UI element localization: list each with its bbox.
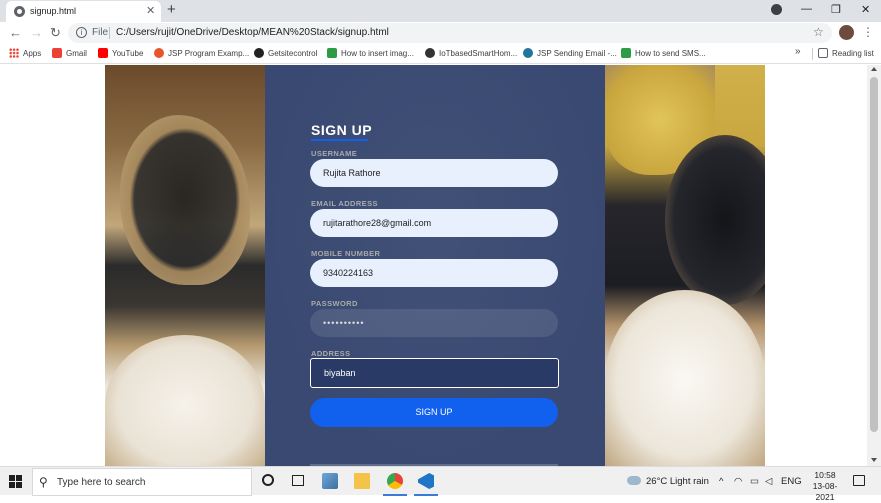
address-input[interactable] — [310, 358, 559, 388]
battery-icon[interactable]: ▭ — [750, 476, 759, 487]
sack-image — [605, 290, 765, 466]
chevron-up-icon[interactable]: ^ — [719, 476, 723, 487]
windows-start-icon[interactable] — [9, 475, 22, 488]
scheme-label: File — [92, 27, 109, 38]
task-view-icon[interactable] — [292, 475, 304, 486]
bookmark-send-sms[interactable]: How to send SMS... — [621, 48, 706, 60]
password-input[interactable] — [310, 309, 558, 337]
youtube-icon — [98, 48, 108, 58]
tab-signup[interactable]: signup.html ✕ — [6, 1, 161, 22]
close-window-button[interactable]: ✕ — [861, 3, 870, 16]
file-explorer-icon[interactable] — [354, 473, 370, 489]
tab-search-icon[interactable] — [771, 4, 782, 15]
bookmarks-bar: Apps Gmail YouTube JSP Program Examp... … — [0, 45, 881, 64]
browser-toolbar: ← → ↻ i File C:/Users/rujit/OneDrive/Des… — [0, 22, 881, 45]
gmail-icon — [52, 48, 62, 58]
scroll-up-icon[interactable] — [871, 67, 877, 71]
bookmark-insert-image[interactable]: How to insert imag... — [327, 48, 414, 60]
bookmark-jsp-email[interactable]: JSP Sending Email -... — [523, 48, 617, 60]
site-icon — [154, 48, 164, 58]
sack-image — [105, 335, 265, 466]
language-indicator[interactable]: ENG — [781, 476, 802, 487]
active-app-indicator — [414, 494, 438, 496]
page-viewport: SIGN UP USERNAME EMAIL ADDRESS MOBILE NU… — [0, 65, 867, 466]
signup-heading[interactable]: SIGN UP — [311, 122, 372, 138]
active-app-indicator — [383, 494, 407, 496]
password-label: PASSWORD — [311, 299, 358, 308]
bookmark-star-icon[interactable]: ☆ — [813, 25, 824, 39]
search-placeholder: Type here to search — [57, 477, 146, 488]
clock[interactable]: 10:58 13-08-2021 — [805, 470, 845, 503]
cortana-icon[interactable] — [262, 474, 274, 486]
chrome-icon[interactable] — [387, 473, 403, 489]
stackoverflow-icon — [327, 48, 337, 58]
sack-image — [120, 115, 250, 285]
bookmark-youtube[interactable]: YouTube — [98, 48, 143, 60]
weather-text[interactable]: 26°C Light rain — [646, 476, 709, 487]
address-bar[interactable]: i File C:/Users/rujit/OneDrive/Desktop/M… — [68, 23, 832, 43]
grain-sacks-background: SIGN UP USERNAME EMAIL ADDRESS MOBILE NU… — [105, 65, 765, 466]
taskbar-search-box[interactable]: ⚲ Type here to search — [32, 468, 252, 496]
reading-list-icon — [818, 48, 828, 58]
bookmark-iot-smarthome[interactable]: IoTbasedSmartHom... — [425, 48, 517, 60]
mobile-label: MOBILE NUMBER — [311, 249, 381, 258]
scroll-thumb[interactable] — [870, 77, 878, 432]
divider — [109, 27, 110, 39]
tab-close-icon[interactable]: ✕ — [146, 4, 155, 17]
email-label: EMAIL ADDRESS — [311, 199, 378, 208]
app-icon[interactable] — [322, 473, 338, 489]
menu-icon[interactable]: ⋮ — [862, 25, 874, 39]
notifications-icon[interactable] — [853, 475, 865, 486]
reload-button[interactable]: ↻ — [50, 25, 61, 41]
username-input[interactable] — [310, 159, 558, 187]
mobile-input[interactable] — [310, 259, 558, 287]
getsitecontrol-icon — [254, 48, 264, 58]
globe-icon — [14, 6, 25, 17]
url-text[interactable]: C:/Users/rujit/OneDrive/Desktop/MEAN%20S… — [116, 27, 389, 38]
windows-taskbar: ⚲ Type here to search 26°C Light rain ^ … — [0, 466, 881, 502]
username-label: USERNAME — [311, 149, 358, 158]
restore-button[interactable]: ❐ — [831, 3, 841, 16]
heading-underline — [311, 139, 368, 141]
bookmark-apps[interactable]: Apps — [9, 48, 41, 60]
site-icon — [425, 48, 435, 58]
search-icon: ⚲ — [39, 475, 48, 489]
signup-button[interactable]: SIGN UP — [310, 398, 558, 427]
vscode-icon[interactable] — [418, 473, 434, 489]
volume-icon[interactable]: ◁ — [765, 476, 772, 487]
minimize-button[interactable]: — — [801, 3, 812, 15]
bookmark-gmail[interactable]: Gmail — [52, 48, 87, 60]
background-left — [105, 65, 265, 466]
address-label: ADDRESS — [311, 349, 351, 358]
back-button[interactable]: ← — [9, 25, 22, 40]
reading-list-button[interactable]: Reading list — [818, 48, 874, 60]
wordpress-icon — [523, 48, 533, 58]
page-scrollbar[interactable] — [867, 65, 881, 466]
network-icon[interactable]: ◠ — [734, 476, 742, 487]
clock-time: 10:58 — [814, 470, 836, 480]
clock-date: 13-08-2021 — [812, 481, 838, 502]
tab-title: signup.html — [30, 6, 77, 16]
apps-grid-icon — [9, 48, 19, 58]
bookmark-getsitecontrol[interactable]: Getsitecontrol — [254, 48, 317, 60]
tab-strip: signup.html ✕ + — ❐ ✕ — [0, 0, 881, 22]
scroll-down-icon[interactable] — [871, 458, 877, 462]
info-icon[interactable]: i — [76, 27, 87, 38]
weather-icon[interactable] — [627, 476, 641, 485]
forward-button[interactable]: → — [30, 25, 43, 40]
stackoverflow-icon — [621, 48, 631, 58]
bookmark-jsp-program[interactable]: JSP Program Examp... — [154, 48, 249, 60]
background-right — [605, 65, 765, 466]
email-input[interactable] — [310, 209, 558, 237]
new-tab-button[interactable]: + — [167, 1, 176, 18]
bookmarks-overflow-button[interactable]: » — [795, 46, 801, 58]
profile-avatar[interactable] — [839, 25, 854, 40]
divider — [812, 48, 813, 60]
